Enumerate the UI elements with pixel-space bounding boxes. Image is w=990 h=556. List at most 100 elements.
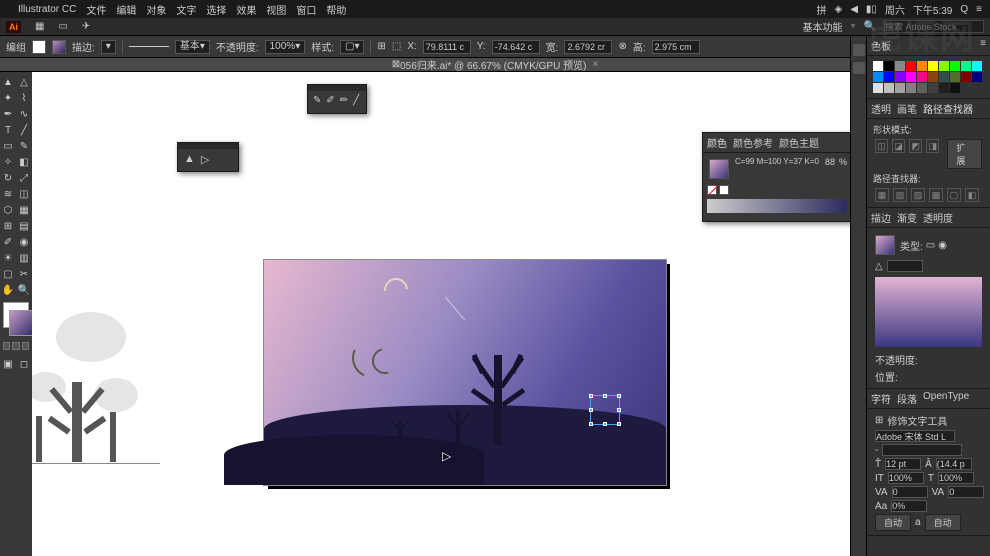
artboard[interactable]: ▷ [264, 260, 666, 485]
gradient-mode[interactable] [12, 342, 19, 350]
menu-file[interactable]: 文件 [86, 2, 106, 17]
arrow-line[interactable] [445, 297, 465, 321]
swatches-tab[interactable]: 色板 [871, 38, 891, 53]
blend-tool[interactable]: ◉ [16, 234, 32, 250]
menu-select[interactable]: 选择 [206, 2, 226, 17]
tree-2[interactable] [456, 411, 460, 446]
transp-tab[interactable]: 透明 [871, 101, 891, 116]
menu-effect[interactable]: 效果 [236, 2, 256, 17]
spotlight-icon[interactable]: Q [960, 4, 968, 15]
swatch[interactable] [928, 61, 938, 71]
font-style-field[interactable] [882, 444, 962, 456]
expand-button[interactable]: 扩展 [947, 139, 982, 169]
brush-preview[interactable] [129, 46, 169, 47]
crop-icon[interactable]: ▩ [929, 188, 943, 202]
perspective-tool[interactable]: ▦ [16, 202, 32, 218]
rect-tool[interactable]: ▭ [0, 138, 16, 154]
swatch[interactable] [895, 83, 905, 93]
panel-icon[interactable] [853, 44, 865, 56]
battery-icon[interactable]: ▮▯ [866, 4, 877, 15]
none-swatch[interactable] [707, 185, 717, 195]
leading-field[interactable] [936, 458, 972, 470]
symbol-tool[interactable]: ☀ [0, 250, 16, 266]
hscale-field[interactable] [938, 472, 974, 484]
brush3-icon[interactable]: ✏ [340, 95, 348, 105]
white-swatch[interactable] [719, 185, 729, 195]
graph-tool[interactable]: ▥ [16, 250, 32, 266]
eyedrop-tool[interactable]: ✐ [0, 234, 16, 250]
transparency-tab[interactable]: 透明度 [923, 210, 953, 225]
color-tab[interactable]: 颜色 [707, 135, 727, 150]
auto2-button[interactable]: 自动 [925, 514, 961, 531]
y-field[interactable] [492, 40, 540, 54]
tracking-field[interactable] [948, 486, 984, 498]
menu-help[interactable]: 帮助 [326, 2, 346, 17]
panel-menu-icon[interactable]: ≡ [980, 38, 986, 53]
moon-shape[interactable] [379, 273, 413, 307]
swatch[interactable] [928, 83, 938, 93]
color-guide-tab[interactable]: 颜色参考 [733, 135, 773, 150]
swatch[interactable] [906, 72, 916, 82]
swatch[interactable] [972, 72, 982, 82]
sync-icon[interactable]: ✈ [82, 21, 90, 32]
stroke-swatch[interactable] [52, 40, 66, 54]
direct-arrow-icon[interactable]: ▷ [201, 153, 209, 166]
selection-tool[interactable]: ▲ [0, 74, 16, 90]
swatch[interactable] [884, 72, 894, 82]
swatch[interactable] [884, 61, 894, 71]
scale-tool[interactable]: ⤢ [16, 170, 32, 186]
brush1-icon[interactable]: ✎ [313, 95, 321, 105]
screen-mode2[interactable]: ◻ [16, 356, 32, 372]
gradient-tab[interactable]: 渐变 [897, 210, 917, 225]
direct-select-tool[interactable]: △ [16, 74, 32, 90]
search-icon[interactable]: 🔍 [864, 21, 876, 32]
selection-box[interactable] [590, 395, 620, 425]
brush-def[interactable]: 基本▾ [175, 40, 210, 54]
swatch[interactable] [884, 83, 894, 93]
menu-window[interactable]: 窗口 [296, 2, 316, 17]
artboard-tool[interactable]: ▢ [0, 266, 16, 282]
tree-3[interactable] [399, 420, 402, 445]
swatch[interactable] [917, 61, 927, 71]
brush-tool[interactable]: ✎ [16, 138, 32, 154]
line-tool[interactable]: ╱ [16, 122, 32, 138]
x-field[interactable] [423, 40, 471, 54]
kerning-field[interactable] [892, 486, 928, 498]
exclude-icon[interactable]: ◨ [926, 139, 939, 153]
panel-icon[interactable] [853, 62, 865, 74]
swatch[interactable] [961, 72, 971, 82]
vscale-field[interactable] [888, 472, 924, 484]
character-tab[interactable]: 字符 [871, 391, 891, 406]
menu-edit[interactable]: 编辑 [116, 2, 136, 17]
divide-icon[interactable]: ▦ [875, 188, 889, 202]
swatch[interactable] [939, 72, 949, 82]
paragraph-tab[interactable]: 段落 [897, 391, 917, 406]
swatch[interactable] [917, 72, 927, 82]
mesh-tool[interactable]: ⊞ [0, 218, 16, 234]
swatches-grid[interactable] [871, 59, 986, 95]
outline-icon[interactable]: ▢ [947, 188, 961, 202]
spectrum-bar[interactable] [707, 199, 847, 213]
swatch[interactable] [895, 72, 905, 82]
swatch[interactable] [972, 61, 982, 71]
link-icon[interactable]: ⊗ [618, 41, 626, 52]
unite-icon[interactable]: ◫ [875, 139, 888, 153]
volume-icon[interactable]: ◀ [850, 4, 858, 15]
swatch[interactable] [939, 61, 949, 71]
tree-1[interactable] [494, 355, 502, 445]
brush4-icon[interactable]: ╱ [353, 95, 361, 105]
floating-tool-panel-2[interactable]: ✎✐✏╱ [307, 84, 367, 114]
font-field[interactable] [875, 430, 955, 442]
w-field[interactable] [564, 40, 612, 54]
swatch[interactable] [939, 83, 949, 93]
grad-thumb[interactable] [875, 235, 895, 255]
style-field[interactable]: ▢▾ [340, 40, 364, 54]
input-icon[interactable]: 拼 [816, 2, 826, 17]
stroke-tab[interactable]: 描边 [871, 210, 891, 225]
menu-view[interactable]: 视图 [266, 2, 286, 17]
swatch[interactable] [906, 83, 916, 93]
bridge-icon[interactable]: ▦ [35, 21, 44, 32]
size-field[interactable] [885, 458, 921, 470]
document-tab[interactable]: ⊠ 056归来.ai* @ 66.67% (CMYK/GPU 预览) × [0, 58, 990, 72]
shaper-tool[interactable]: ✧ [0, 154, 16, 170]
